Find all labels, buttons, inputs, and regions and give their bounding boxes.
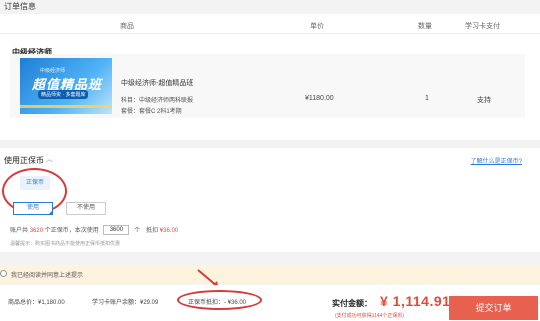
- annotation-circle: [177, 290, 262, 310]
- coin-deduct-amount: ¥36.00: [159, 228, 179, 234]
- coin-help-link[interactable]: 了解什么是正保币?: [471, 156, 522, 165]
- header-card-pay: 学习卡支付: [465, 23, 500, 30]
- agree-text: 我已经阅读并同意上述提示: [11, 273, 84, 279]
- submit-order-button[interactable]: 提交订单: [449, 296, 538, 320]
- coin-panel: 使用正保币 ︿ 了解什么是正保币? 正保币 使用 不使用 账户共 3620 个正…: [0, 148, 540, 252]
- use-coin-button[interactable]: 使用: [13, 202, 53, 215]
- card-balance: 学习卡账户余额：¥29.09: [92, 300, 159, 306]
- coin-section-title: 使用正保币: [4, 156, 44, 165]
- product-package: 套餐：套餐C 2科1考期: [121, 109, 182, 115]
- product-subject: 科目：中级经济师两科联报: [121, 98, 194, 104]
- thumbnail-tag: 精品师资 · 多套题库: [38, 90, 89, 99]
- coin-tip: 温馨提示：购买图书商品不能使用正保币抵扣优惠: [10, 241, 121, 247]
- header-unit-price: 单价: [310, 23, 324, 30]
- card-pay-support: 支持: [477, 97, 491, 104]
- header-quantity: 数量: [418, 23, 432, 30]
- product-thumbnail[interactable]: 中级经济师 超值精品班 精品师资 · 多套题库: [20, 58, 112, 114]
- order-table-header: 商品 单价 数量 学习卡支付: [0, 14, 540, 34]
- product-title[interactable]: 中级经济师-超值精品班: [121, 78, 193, 88]
- goods-total: 商品总价：¥1,180.00: [8, 300, 65, 306]
- order-info-title: 订单信息: [4, 2, 36, 11]
- product-price: ¥1180.00: [305, 95, 334, 102]
- header-product: 商品: [120, 23, 134, 30]
- total-coins: 3620: [29, 228, 44, 234]
- no-use-coin-button[interactable]: 不使用: [66, 202, 106, 215]
- product-quantity: 1: [425, 95, 429, 102]
- agree-checkbox[interactable]: [0, 270, 7, 277]
- pay-reward-note: (支付成功可获得1144个正保币): [335, 313, 405, 319]
- chevron-up-icon[interactable]: ︿: [46, 154, 53, 164]
- thumbnail-stripe: [20, 105, 112, 108]
- agreement-bar: 我已经阅读并同意上述提示: [0, 265, 540, 283]
- checkout-footer: 商品总价：¥1,180.00 学习卡账户余额：¥29.09 正保币抵扣：- ¥3…: [0, 285, 540, 321]
- thumbnail-subtitle: 中级经济师: [40, 68, 66, 74]
- coin-usage-line: 账户共 3620 个正保币，本次使用 3600 个 抵扣 ¥36.00: [10, 225, 179, 236]
- pay-amount: ¥ 1,114.91: [380, 293, 451, 309]
- pay-label: 实付金额：: [332, 299, 372, 308]
- coin-quantity-input[interactable]: 3600: [103, 225, 130, 236]
